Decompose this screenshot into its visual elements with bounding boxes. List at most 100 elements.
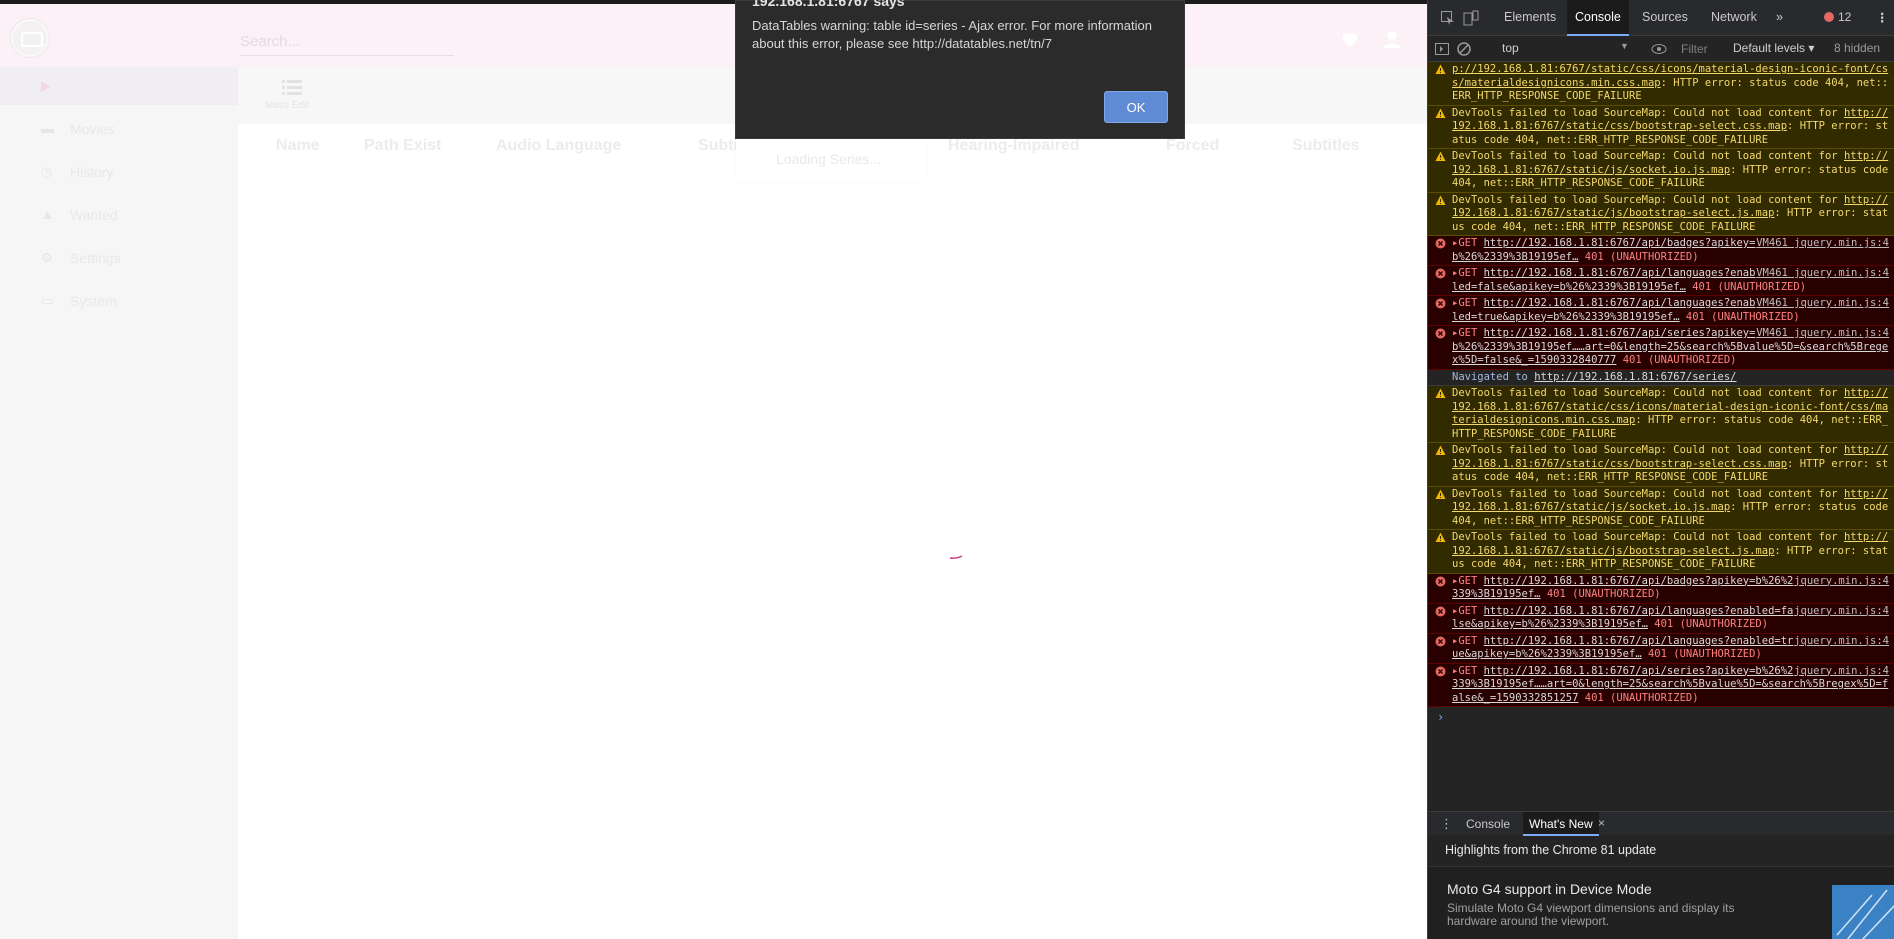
error-count-badge[interactable]: 12 <box>1824 10 1851 24</box>
message-source-link[interactable]: VM461 jquery.min.js:4 <box>1756 237 1889 251</box>
message-source-link[interactable]: jquery.min.js:4 <box>1794 575 1889 589</box>
message-text: ▸GET <box>1452 604 1484 617</box>
message-text: ▸GET <box>1452 327 1484 339</box>
column-header[interactable]: Hearing-Impaired <box>948 137 1080 155</box>
kebab-menu-icon[interactable]: ⋮ <box>1876 10 1889 25</box>
sidebar-item-wanted[interactable]: ▲ Wanted <box>0 196 238 234</box>
warning-icon <box>1435 108 1446 119</box>
message-text: ▸GET <box>1452 237 1484 249</box>
user-icon[interactable] <box>1381 28 1403 50</box>
error-icon <box>1435 238 1446 249</box>
console-message-error: VM461 jquery.min.js:4 ▸GET http://192.168… <box>1428 266 1894 296</box>
alert-dialog: 192.168.1.81:6767 says DataTables warnin… <box>735 0 1185 139</box>
inspect-icon[interactable] <box>1440 10 1456 26</box>
search-input[interactable] <box>240 28 454 56</box>
message-text: DevTools failed to load SourceMap: Could… <box>1452 487 1844 500</box>
close-icon[interactable]: × <box>1598 816 1605 830</box>
message-text: DevTools failed to load SourceMap: Could… <box>1452 106 1844 119</box>
sidebar-item-settings[interactable]: ⚙ Settings <box>0 239 238 277</box>
app-header <box>0 4 1427 67</box>
console-message-warn: DevTools failed to load SourceMap: Could… <box>1428 530 1894 574</box>
clear-console-icon[interactable] <box>1456 41 1472 57</box>
message-tail: 401 (UNAUTHORIZED) <box>1647 618 1769 630</box>
sidebar-toggle-icon[interactable] <box>1434 41 1450 57</box>
sidebar-item-movies[interactable]: ▬ Movies <box>0 110 238 148</box>
log-levels-dropdown[interactable]: Default levels ▾ <box>1733 41 1814 55</box>
sidebar-item-label: Movies <box>70 121 115 137</box>
console-filter-bar: top ▼ Default levels ▾ 8 hidden <box>1428 36 1894 62</box>
error-icon <box>1435 636 1446 647</box>
tab-console[interactable]: Console <box>1567 0 1629 36</box>
column-header[interactable]: Name <box>276 137 320 155</box>
message-url-link[interactable]: http://192.168.1.81:6767/series/ <box>1534 371 1736 383</box>
column-header[interactable]: Audio Language <box>496 137 621 155</box>
heart-icon[interactable] <box>1339 28 1361 50</box>
warning-icon <box>1435 445 1446 456</box>
sidebar-item-history[interactable]: ◷ History <box>0 153 238 191</box>
drawer-tab-console[interactable]: Console <box>1466 817 1510 831</box>
message-text: ▸GET <box>1452 574 1484 587</box>
drawer-menu-icon[interactable]: ⋮ <box>1440 816 1453 832</box>
filter-input[interactable] <box>1681 39 1741 59</box>
whats-new-card[interactable]: Moto G4 support in Device Mode Simulate … <box>1428 866 1894 939</box>
main-content: Mass Edit Name Path Exist Audio Language… <box>238 67 1427 939</box>
column-header[interactable]: Subti <box>698 137 738 155</box>
console-prompt-input[interactable]: › <box>1428 707 1894 725</box>
eye-icon[interactable] <box>1651 41 1667 57</box>
spinner-icon <box>949 555 963 559</box>
error-icon <box>1435 328 1446 339</box>
message-source-link[interactable]: jquery.min.js:4 <box>1794 605 1889 619</box>
ok-button[interactable]: OK <box>1104 91 1168 123</box>
dialog-title: 192.168.1.81:6767 says <box>752 0 905 9</box>
console-message-warn: DevTools failed to load SourceMap: Could… <box>1428 443 1894 487</box>
message-text: ▸GET <box>1452 267 1484 279</box>
app-logo[interactable] <box>11 19 49 57</box>
message-text: DevTools failed to load SourceMap: Could… <box>1452 531 1844 543</box>
message-source-link[interactable]: jquery.min.js:4 <box>1794 665 1889 679</box>
warning-icon <box>1435 195 1446 206</box>
message-source-link[interactable]: jquery.min.js:4 <box>1794 635 1889 649</box>
message-tail: 401 (UNAUTHORIZED) <box>1578 691 1699 704</box>
chevron-down-icon: ▼ <box>1620 41 1629 51</box>
message-text: Navigated to <box>1452 370 1535 383</box>
column-header[interactable]: Subtitles <box>1292 137 1360 155</box>
context-select[interactable]: top <box>1502 41 1519 55</box>
sidebar-item-system[interactable]: ▭ System <box>0 282 238 320</box>
message-source-link[interactable]: VM461 jquery.min.js:4 <box>1756 327 1889 341</box>
console-messages: p://192.168.1.81:6767/static/css/icons/m… <box>1428 62 1894 812</box>
clock-icon: ◷ <box>41 164 53 179</box>
column-header[interactable]: Forced <box>1166 137 1219 155</box>
sidebar-item-label: History <box>70 164 114 180</box>
tab-elements[interactable]: Elements <box>1504 10 1556 24</box>
card-body: Simulate Moto G4 viewport dimensions and… <box>1447 901 1735 928</box>
error-icon <box>1435 606 1446 617</box>
warning-icon <box>1435 64 1446 75</box>
drawer-tab-whats-new[interactable]: What's New <box>1523 812 1599 836</box>
list-icon <box>282 80 302 95</box>
column-header[interactable]: Path Exist <box>364 137 441 155</box>
message-tail: 401 (UNAUTHORIZED) <box>1685 280 1807 293</box>
console-message-error: VM461 jquery.min.js:4 ▸GET http://192.168… <box>1428 326 1894 370</box>
sidebar-item-label: Settings <box>70 250 121 266</box>
mass-edit-button[interactable]: Mass Edit <box>264 77 324 117</box>
message-text: ▸GET <box>1452 664 1484 677</box>
warning-icon <box>1435 151 1446 162</box>
message-source-link[interactable]: VM461 jquery.min.js:4 <box>1756 297 1889 311</box>
message-source-link[interactable]: VM461 jquery.min.js:4 <box>1756 267 1889 281</box>
sidebar-item-label: System <box>70 293 117 309</box>
sidebar-item-series[interactable]: ▶ <box>0 67 238 105</box>
whats-new-heading: Highlights from the Chrome 81 update <box>1445 843 1657 857</box>
console-message-info: Navigated to http://192.168.1.81:6767/se… <box>1428 369 1894 386</box>
warning-icon: ▲ <box>41 207 54 222</box>
tab-sources[interactable]: Sources <box>1642 10 1688 24</box>
hidden-count: 8 hidden <box>1834 41 1881 55</box>
more-tabs-chevron-icon[interactable]: » <box>1776 10 1783 24</box>
console-message-error: jquery.min.js:4 ▸GET http://192.168.1.81:… <box>1428 663 1894 707</box>
message-text: DevTools failed to load SourceMap: Could… <box>1452 193 1844 206</box>
message-text: DevTools failed to load SourceMap: Could… <box>1452 150 1844 162</box>
device-toolbar-icon[interactable] <box>1463 10 1479 26</box>
console-message-warn: DevTools failed to load SourceMap: Could… <box>1428 105 1894 149</box>
tab-network[interactable]: Network <box>1711 10 1757 24</box>
error-count: 12 <box>1838 10 1852 24</box>
error-icon <box>1824 12 1834 22</box>
